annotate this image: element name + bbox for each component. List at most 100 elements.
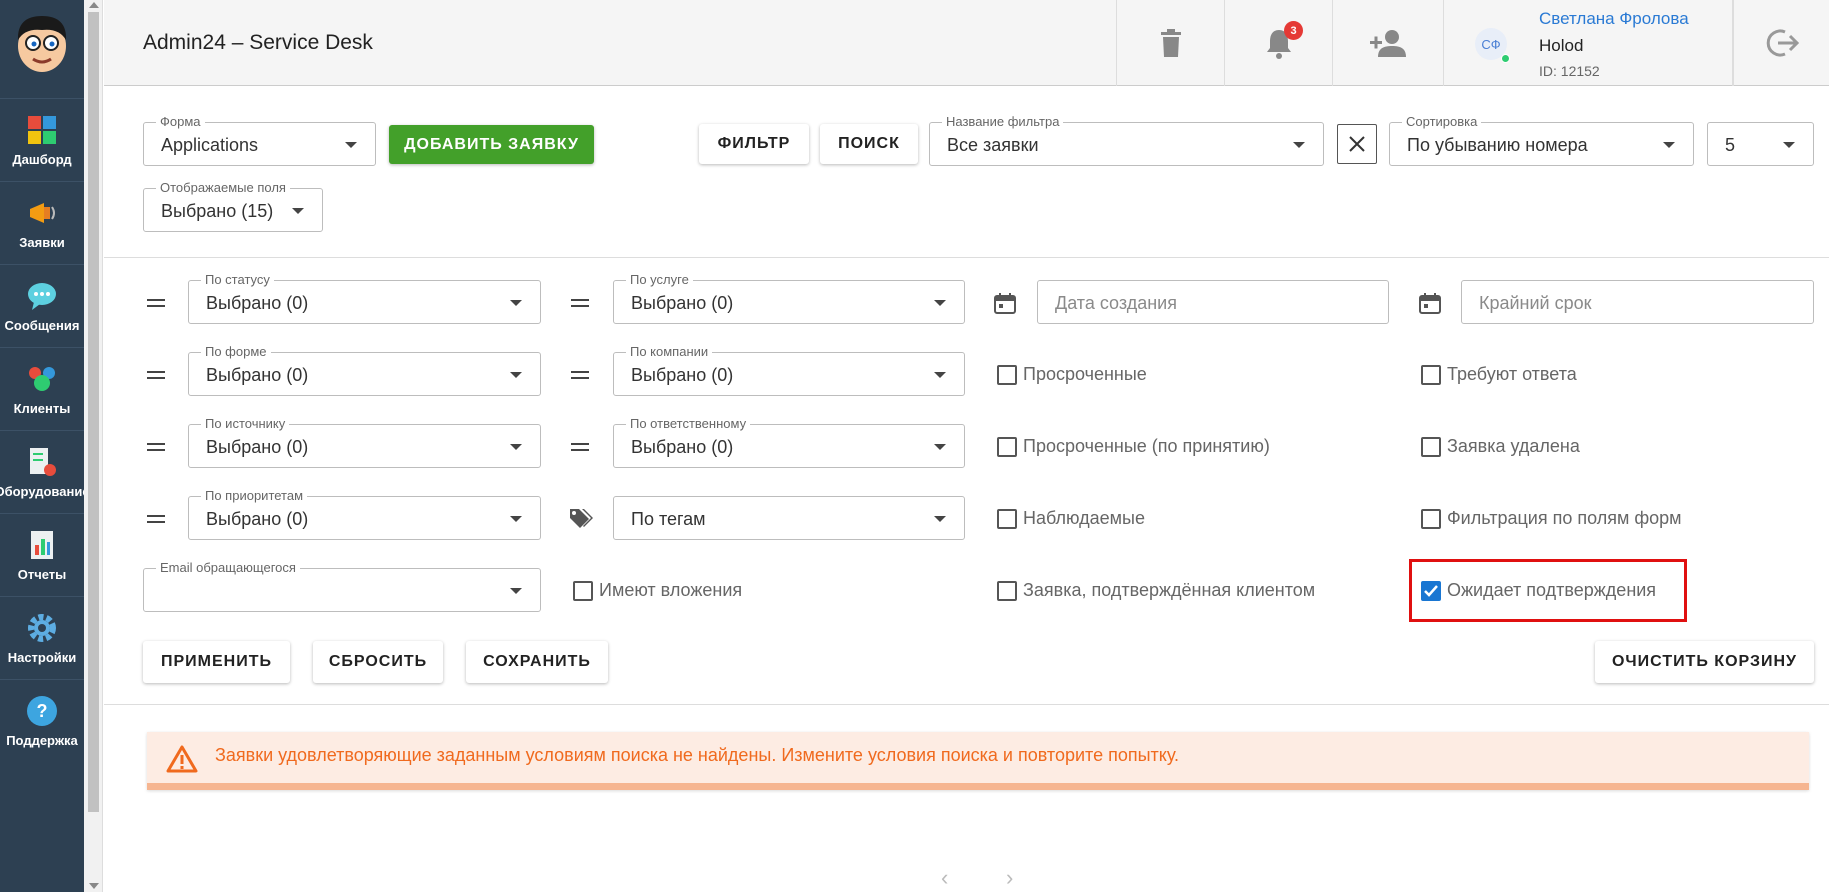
next-page-button[interactable]: › bbox=[1006, 865, 1013, 891]
equals-icon[interactable] bbox=[147, 513, 165, 525]
checkbox-box[interactable] bbox=[1421, 436, 1441, 457]
equals-icon[interactable] bbox=[571, 441, 589, 453]
source-filter-value: Выбрано (0) bbox=[206, 437, 309, 457]
chevron-down-icon bbox=[510, 516, 522, 522]
search-button[interactable]: ПОИСК bbox=[820, 124, 918, 164]
sidebar-item-messages[interactable]: Сообщения bbox=[0, 264, 84, 347]
priority-filter-value: Выбрано (0) bbox=[206, 509, 309, 529]
tags-filter-value: По тегам bbox=[631, 509, 706, 529]
equals-icon[interactable] bbox=[571, 297, 589, 309]
page-size-select[interactable]: 5 bbox=[1707, 122, 1814, 166]
overdue-accept-checkbox[interactable]: Просроченные (по принятию) bbox=[997, 436, 1270, 457]
checkbox-label: Имеют вложения bbox=[599, 580, 743, 600]
divider bbox=[104, 704, 1829, 705]
calendar-icon[interactable] bbox=[994, 292, 1016, 314]
priority-filter-select[interactable]: По приоритетам Выбрано (0) bbox=[188, 489, 541, 540]
sidebar-item-tickets[interactable]: Заявки bbox=[0, 181, 84, 264]
displayed-fields-label: Отображаемые поля bbox=[156, 181, 290, 195]
deleted-checkbox[interactable]: Заявка удалена bbox=[1421, 436, 1580, 457]
equals-icon[interactable] bbox=[571, 369, 589, 381]
company-filter-select[interactable]: По компании Выбрано (0) bbox=[613, 345, 965, 396]
form-select[interactable]: Форма Applications bbox=[143, 115, 376, 166]
attachments-checkbox[interactable]: Имеют вложения bbox=[573, 580, 742, 601]
add-user-button[interactable] bbox=[1332, 0, 1440, 86]
scroll-up-arrow-icon[interactable] bbox=[89, 2, 99, 8]
chevron-down-icon bbox=[510, 372, 522, 378]
sidebar-item-equipment[interactable]: Оборудование bbox=[0, 430, 90, 513]
checkbox-label: Фильтрация по полям форм bbox=[1447, 508, 1682, 528]
chevron-down-icon bbox=[292, 208, 304, 214]
page-title: Admin24 – Service Desk bbox=[143, 31, 373, 54]
reset-button[interactable]: СБРОСИТЬ bbox=[313, 641, 443, 683]
need-reply-checkbox[interactable]: Требуют ответа bbox=[1421, 364, 1577, 385]
sidebar-item-clients[interactable]: Клиенты bbox=[0, 347, 84, 430]
status-filter-select[interactable]: По статусу Выбрано (0) bbox=[188, 273, 541, 324]
form-fields-filter-checkbox[interactable]: Фильтрация по полям форм bbox=[1421, 508, 1682, 529]
tags-icon bbox=[570, 509, 593, 528]
company-filter-value: Выбрано (0) bbox=[631, 365, 734, 385]
clear-filter-button[interactable] bbox=[1337, 124, 1377, 164]
chevron-down-icon bbox=[934, 444, 946, 450]
logo[interactable] bbox=[0, 0, 84, 84]
filter-button[interactable]: ФИЛЬТР bbox=[699, 124, 809, 164]
no-results-alert: Заявки удовлетворяющие заданным условиям… bbox=[147, 732, 1809, 790]
created-date-placeholder: Дата создания bbox=[1055, 293, 1177, 313]
logout-icon bbox=[1766, 29, 1799, 57]
email-label: Email обращающегося bbox=[156, 561, 300, 575]
checkbox-box[interactable] bbox=[997, 580, 1017, 601]
checkbox-box[interactable] bbox=[573, 580, 593, 601]
user-profile[interactable]: СФ Светлана Фролова Holod ID: 12152 bbox=[1443, 0, 1733, 86]
checkbox-box[interactable] bbox=[997, 436, 1017, 457]
chevron-down-icon bbox=[1293, 142, 1305, 148]
add-ticket-button[interactable]: ДОБАВИТЬ ЗАЯВКУ bbox=[389, 125, 594, 164]
sidebar: Дашборд Заявки Сообщения Клиенты Оборудо… bbox=[0, 0, 90, 892]
checkbox-label: Просроченные bbox=[1023, 364, 1147, 384]
notifications-button[interactable]: 3 bbox=[1224, 0, 1332, 86]
user-name[interactable]: Светлана Фролова bbox=[1539, 9, 1689, 29]
deadline-input[interactable]: Крайний срок bbox=[1461, 280, 1814, 324]
displayed-fields-select[interactable]: Отображаемые поля Выбрано (15) bbox=[143, 181, 323, 232]
sort-select[interactable]: Сортировка По убыванию номера bbox=[1389, 115, 1694, 166]
sidebar-item-support[interactable]: ? Поддержка bbox=[0, 679, 84, 762]
checkbox-box[interactable] bbox=[997, 364, 1017, 385]
apply-button[interactable]: ПРИМЕНИТЬ bbox=[143, 641, 290, 683]
sidebar-item-dashboard[interactable]: Дашборд bbox=[0, 98, 84, 181]
equals-icon[interactable] bbox=[147, 369, 165, 381]
logout-button[interactable] bbox=[1733, 0, 1829, 86]
watched-checkbox[interactable]: Наблюдаемые bbox=[997, 508, 1145, 529]
form-filter-select[interactable]: По форме Выбрано (0) bbox=[188, 345, 541, 396]
email-select[interactable]: Email обращающегося bbox=[143, 561, 541, 612]
avatar-logo-icon bbox=[17, 16, 67, 72]
sidebar-item-settings[interactable]: Настройки bbox=[0, 596, 84, 679]
user-organization: Holod bbox=[1539, 36, 1584, 55]
dashboard-icon bbox=[26, 114, 58, 146]
prev-page-button[interactable]: ‹ bbox=[941, 865, 948, 891]
equals-icon[interactable] bbox=[147, 441, 165, 453]
equals-icon[interactable] bbox=[147, 297, 165, 309]
responsible-filter-label: По ответственному bbox=[626, 417, 751, 431]
filter-name-select[interactable]: Название фильтра Все заявки bbox=[929, 115, 1324, 166]
checkbox-box[interactable] bbox=[997, 508, 1017, 529]
clear-trash-button[interactable]: ОЧИСТИТЬ КОРЗИНУ bbox=[1595, 641, 1814, 683]
save-button[interactable]: СОХРАНИТЬ bbox=[466, 641, 608, 683]
sidebar-item-reports[interactable]: Отчеты bbox=[0, 513, 84, 596]
client-confirmed-checkbox[interactable]: Заявка, подтверждённая клиентом bbox=[997, 580, 1315, 601]
sort-label: Сортировка bbox=[1402, 115, 1482, 129]
calendar-icon[interactable] bbox=[1419, 292, 1441, 314]
created-date-input[interactable]: Дата создания bbox=[1037, 280, 1389, 324]
page-scrollbar[interactable] bbox=[84, 0, 103, 892]
service-filter-select[interactable]: По услуге Выбрано (0) bbox=[613, 273, 965, 324]
responsible-filter-select[interactable]: По ответственному Выбрано (0) bbox=[613, 417, 965, 468]
tags-filter-select[interactable]: По тегам bbox=[613, 496, 965, 540]
clients-icon bbox=[26, 363, 58, 395]
checkbox-box[interactable] bbox=[1421, 364, 1441, 385]
scrollbar-thumb[interactable] bbox=[88, 12, 99, 812]
checkbox-box[interactable] bbox=[1421, 508, 1441, 529]
source-filter-select[interactable]: По источнику Выбрано (0) bbox=[188, 417, 541, 468]
scroll-down-arrow-icon[interactable] bbox=[89, 883, 99, 889]
overdue-checkbox[interactable]: Просроченные bbox=[997, 364, 1147, 385]
form-filter-value: Выбрано (0) bbox=[206, 365, 309, 385]
chevron-down-icon bbox=[934, 300, 946, 306]
equipment-icon bbox=[26, 446, 58, 478]
trash-button[interactable] bbox=[1116, 0, 1224, 86]
